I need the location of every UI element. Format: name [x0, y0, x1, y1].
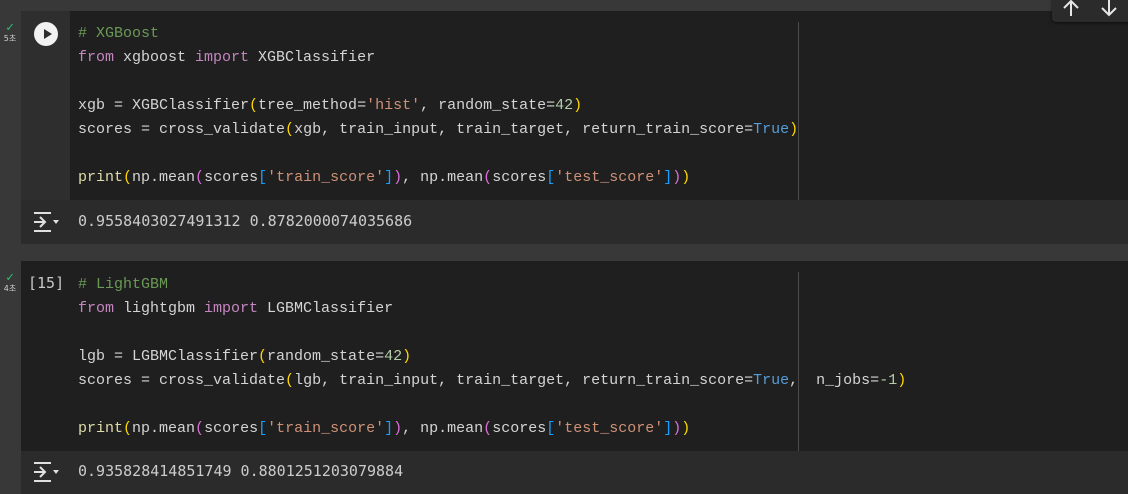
code-text: scores [492, 420, 547, 437]
bracket: [ [258, 169, 268, 186]
paren: ) [573, 97, 583, 114]
arrow-up-icon[interactable] [1060, 0, 1082, 18]
paren: ) [402, 348, 412, 365]
code-text: lgb, train_input, train_target, return_t… [294, 372, 754, 389]
code-text: , np.mean [402, 420, 484, 437]
cell-status: ✓ 4초 [0, 270, 20, 293]
paren: ) [672, 169, 682, 186]
code-function: print [78, 420, 124, 437]
bracket: ] [384, 169, 394, 186]
paren: ( [249, 97, 259, 114]
code-number: -1 [879, 372, 898, 389]
code-text: lgb = LGBMClassifier [78, 348, 259, 365]
execution-count: [15] [28, 274, 65, 292]
paren: ) [897, 372, 907, 389]
paren: ( [483, 169, 493, 186]
paren: ( [195, 420, 205, 437]
bracket: [ [258, 420, 268, 437]
code-text: scores [204, 169, 259, 186]
code-string: 'train_score' [267, 420, 385, 437]
code-text: xgb, train_input, train_target, return_t… [294, 121, 754, 138]
run-cell-button[interactable] [34, 22, 58, 46]
paren: ) [672, 420, 682, 437]
code-text: tree_method= [258, 97, 367, 114]
paren: ( [285, 372, 295, 389]
code-keyword: from [78, 300, 115, 317]
paren: ( [258, 348, 268, 365]
code-string: 'hist' [366, 97, 421, 114]
code-comment: # LightGBM [78, 276, 169, 293]
play-icon [43, 29, 52, 39]
code-string: 'test_score' [555, 169, 664, 186]
code-text: random_state= [438, 97, 556, 114]
code-string: 'train_score' [267, 169, 385, 186]
paren: ( [285, 121, 295, 138]
paren: ) [789, 121, 799, 138]
code-module: xgboost [114, 49, 196, 66]
check-icon: ✓ [6, 20, 14, 35]
bracket: ] [384, 420, 394, 437]
code-class: XGBClassifier [249, 49, 376, 66]
paren: ( [195, 169, 205, 186]
output-collapse-icon[interactable] [32, 210, 60, 234]
bracket: [ [546, 420, 556, 437]
paren: ) [681, 420, 691, 437]
code-text: , [420, 97, 439, 114]
code-number: 42 [384, 348, 403, 365]
cell-toolbar [1052, 0, 1128, 22]
output-text: 0.9558403027491312 0.8782000074035686 [78, 212, 413, 230]
code-text: random_state= [267, 348, 385, 365]
cell-status: ✓ 5초 [0, 20, 20, 43]
exec-time: 4초 [3, 284, 17, 293]
bracket: ] [663, 169, 673, 186]
code-text: , [789, 372, 808, 389]
check-icon: ✓ [6, 270, 14, 285]
output-collapse-icon[interactable] [32, 460, 60, 484]
code-text: scores [204, 420, 259, 437]
code-number: 42 [555, 97, 574, 114]
exec-time: 5초 [3, 34, 17, 43]
bracket: [ [546, 169, 556, 186]
code-keyword: import [195, 49, 250, 66]
code-constant: True [753, 372, 790, 389]
code-text: scores = cross_validate [78, 121, 286, 138]
code-string: 'test_score' [555, 420, 664, 437]
code-constant: True [753, 121, 790, 138]
code-keyword: from [78, 49, 115, 66]
paren: ( [123, 420, 133, 437]
code-keyword: import [204, 300, 259, 317]
code-text: n_jobs= [807, 372, 880, 389]
output-text: 0.935828414851749 0.8801251203079884 [78, 462, 404, 480]
paren: ) [681, 169, 691, 186]
paren: ( [123, 169, 133, 186]
code-text: np.mean [132, 420, 196, 437]
bracket: ] [663, 420, 673, 437]
code-text: np.mean [132, 169, 196, 186]
code-text: , np.mean [402, 169, 484, 186]
code-class: LGBMClassifier [258, 300, 394, 317]
paren: ( [483, 420, 493, 437]
code-text: scores = cross_validate [78, 372, 286, 389]
arrow-down-icon[interactable] [1098, 0, 1120, 18]
code-editor[interactable]: # XGBoost from xgboost import XGBClassif… [78, 22, 798, 190]
code-comment: # XGBoost [78, 25, 160, 42]
paren: ) [393, 169, 403, 186]
code-function: print [78, 169, 124, 186]
code-editor[interactable]: # LightGBM from lightgbm import LGBMClas… [78, 273, 906, 441]
code-text: xgb = XGBClassifier [78, 97, 250, 114]
paren: ) [393, 420, 403, 437]
code-module: lightgbm [114, 300, 205, 317]
code-text: scores [492, 169, 547, 186]
